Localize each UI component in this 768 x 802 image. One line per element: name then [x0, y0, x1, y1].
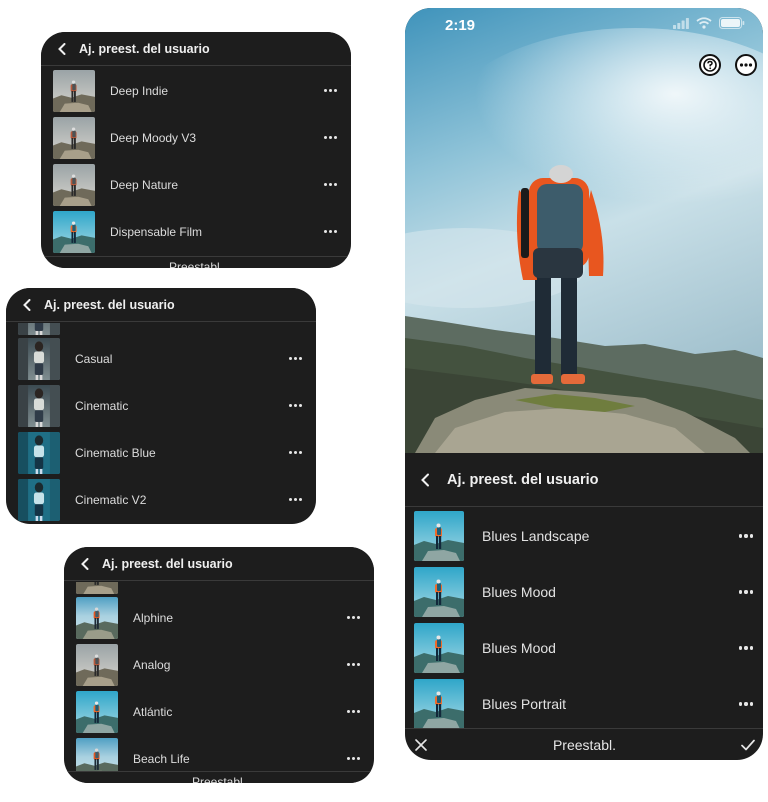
photo-actions [699, 54, 757, 76]
preset-label: Blues Mood [482, 584, 556, 600]
preset-thumbnail [18, 385, 60, 427]
chevron-left-icon[interactable] [78, 557, 92, 571]
preset-label: Deep Indie [110, 83, 169, 98]
more-horizontal-icon[interactable] [738, 590, 753, 594]
preset-label: Blues Portrait [482, 696, 567, 712]
checkmark-icon[interactable] [741, 738, 755, 752]
preset-label: Dispensable Film [110, 224, 203, 239]
panel-header: Aj. preest. del usuario [405, 453, 763, 507]
more-horizontal-icon[interactable] [738, 702, 753, 706]
more-horizontal-icon[interactable] [344, 752, 362, 766]
footer-label: Preestabl. [552, 736, 617, 753]
panel-header: Aj. preest. del usuario [41, 32, 351, 66]
more-horizontal-icon[interactable] [286, 399, 304, 413]
more-horizontal-icon[interactable] [321, 225, 339, 239]
footer-label: Preestabl. [168, 260, 224, 268]
more-horizontal-icon[interactable] [738, 646, 753, 650]
preset-panel-card-3: Aj. preest. del usuario Alphine Analog A… [64, 547, 374, 783]
help-circle-icon[interactable] [699, 54, 721, 76]
preset-label: Cinematic V2 [75, 492, 147, 507]
preset-label: Blues Landscape [482, 528, 590, 544]
more-horizontal-icon[interactable] [321, 131, 339, 145]
preset-panel-card-1: Aj. preest. del usuario Deep Indie Deep … [41, 32, 351, 268]
preset-item[interactable]: Cinematic [6, 382, 316, 429]
more-horizontal-icon[interactable] [344, 705, 362, 719]
more-horizontal-icon[interactable] [738, 534, 753, 538]
preset-item[interactable]: Casual [6, 335, 316, 382]
preset-label: Deep Moody V3 [110, 130, 197, 145]
more-horizontal-icon[interactable] [321, 84, 339, 98]
preset-item[interactable]: Blues Landscape [405, 508, 763, 564]
status-time: 2:19 [445, 16, 476, 34]
preset-thumbnail [53, 70, 95, 112]
more-circle-icon[interactable] [735, 54, 757, 76]
panel-header: Aj. preest. del usuario [64, 547, 374, 581]
preset-thumbnail [76, 691, 118, 733]
preset-item[interactable]: Analog [64, 641, 374, 688]
more-horizontal-icon[interactable] [321, 178, 339, 192]
preset-thumbnail [414, 511, 464, 561]
preset-thumbnail-partial [76, 582, 118, 594]
more-horizontal-icon[interactable] [344, 658, 362, 672]
preset-item[interactable]: Dispensable Film [41, 208, 351, 255]
panel-header: Aj. preest. del usuario [6, 288, 316, 322]
battery-icon [719, 16, 745, 34]
preset-thumbnail [18, 479, 60, 521]
preset-item[interactable]: Deep Nature [41, 161, 351, 208]
more-horizontal-icon[interactable] [286, 493, 304, 507]
footer-label: Preestabl. [191, 775, 247, 783]
panel-footer: Preestabl. [405, 728, 763, 760]
panel-title: Aj. preest. del usuario [44, 297, 175, 312]
preset-item[interactable]: Alphine [64, 594, 374, 641]
signal-icon [673, 16, 689, 34]
more-horizontal-icon[interactable] [286, 352, 304, 366]
preset-panel-card-2: Aj. preest. del usuario Casual Cinematic… [6, 288, 316, 524]
preset-label: Alphine [133, 610, 174, 625]
preset-list: Casual Cinematic Cinematic Blue Cinemati… [6, 323, 316, 523]
preset-item[interactable]: Cinematic Blue [6, 429, 316, 476]
phone-screen: 2:19 Aj. preest. del usuario Blues Lands… [405, 8, 763, 760]
panel-title: Aj. preest. del usuario [447, 471, 599, 488]
preset-thumbnail [414, 679, 464, 729]
preset-thumbnail [76, 597, 118, 639]
preset-item[interactable]: Blues Portrait [405, 676, 763, 732]
preset-thumbnail [53, 164, 95, 206]
more-horizontal-icon[interactable] [286, 446, 304, 460]
preset-item[interactable]: Blues Mood [405, 620, 763, 676]
preset-label: Analog [133, 657, 171, 672]
preset-label: Deep Nature [110, 177, 179, 192]
chevron-left-icon[interactable] [20, 298, 34, 312]
preset-list: Deep Indie Deep Moody V3 Deep Nature Dis… [41, 67, 351, 255]
panel-title: Aj. preest. del usuario [102, 556, 233, 571]
preset-label: Atlántic [133, 704, 173, 719]
preset-item[interactable]: Atlántic [64, 688, 374, 735]
preset-thumbnail [18, 432, 60, 474]
preset-thumbnail [18, 338, 60, 380]
preset-item[interactable]: Deep Indie [41, 67, 351, 114]
wifi-icon [696, 16, 712, 34]
preset-item[interactable]: Cinematic V2 [6, 476, 316, 523]
close-icon[interactable] [414, 738, 428, 752]
preset-item[interactable]: Blues Mood [405, 564, 763, 620]
preset-thumbnail-partial [18, 323, 60, 335]
preset-thumbnail [414, 623, 464, 673]
preset-thumbnail [53, 211, 95, 253]
preset-list: Alphine Analog Atlántic Beach Life [64, 582, 374, 782]
preset-label: Cinematic [75, 398, 129, 413]
preset-label: Casual [75, 351, 113, 366]
preset-item[interactable]: Deep Moody V3 [41, 114, 351, 161]
panel-title: Aj. preest. del usuario [79, 41, 210, 56]
preset-label: Cinematic Blue [75, 445, 156, 460]
status-bar: 2:19 [405, 8, 763, 42]
preset-label: Blues Mood [482, 640, 556, 656]
preset-label: Beach Life [133, 751, 190, 766]
more-horizontal-icon[interactable] [344, 611, 362, 625]
chevron-left-icon[interactable] [55, 42, 69, 56]
chevron-left-icon[interactable] [417, 472, 433, 488]
preset-thumbnail [414, 567, 464, 617]
preset-thumbnail [76, 644, 118, 686]
preset-list: Blues Landscape Blues Mood Blues Mood Bl… [405, 508, 763, 732]
preset-thumbnail [53, 117, 95, 159]
